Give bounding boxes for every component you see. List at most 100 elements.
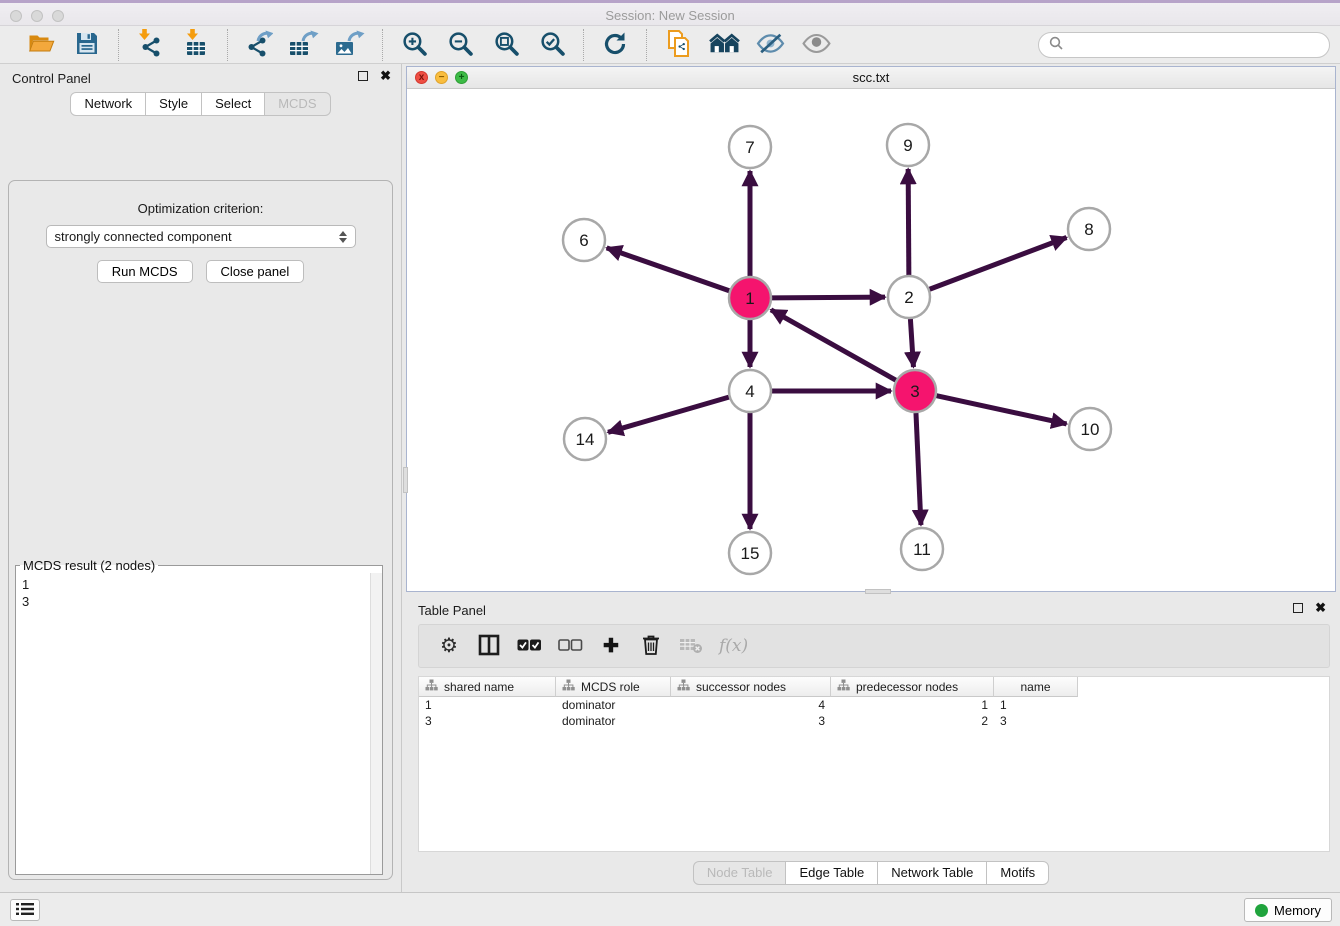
table-cell[interactable]: 1 (994, 697, 1078, 713)
optimization-criterion-select[interactable]: strongly connected component (46, 225, 356, 248)
table-cell[interactable]: 2 (831, 713, 994, 729)
tab-network[interactable]: Network (70, 92, 146, 116)
network-graph[interactable]: 7 9 6 8 1 2 4 3 14 10 15 11 (407, 89, 1335, 591)
run-mcds-button[interactable]: Run MCDS (97, 260, 193, 283)
tab-edge-table[interactable]: Edge Table (785, 861, 878, 885)
save-session-button[interactable] (68, 29, 106, 61)
column-header-predecessor-nodes[interactable]: predecessor nodes (831, 677, 994, 697)
tab-mcds[interactable]: MCDS (264, 92, 330, 116)
tab-motifs[interactable]: Motifs (986, 861, 1049, 885)
split-divider-horizontal[interactable] (865, 589, 891, 594)
graph-edge-3-1[interactable] (771, 310, 896, 380)
columns-button[interactable] (477, 631, 501, 661)
table-cell[interactable]: 3 (994, 713, 1078, 729)
search-box[interactable] (1038, 32, 1330, 58)
graph-edge-1-6[interactable] (607, 248, 730, 291)
home-view-button[interactable] (705, 29, 743, 61)
graph-node-3[interactable]: 3 (894, 370, 936, 412)
graph-node-6[interactable]: 6 (563, 219, 605, 261)
graph-node-9[interactable]: 9 (887, 124, 929, 166)
function-builder-button[interactable]: f(x) (719, 631, 748, 661)
table-row[interactable]: 3dominator323 (419, 713, 1329, 729)
graph-node-1[interactable]: 1 (729, 277, 771, 319)
import-table-button[interactable] (177, 29, 215, 61)
graph-node-10[interactable]: 10 (1069, 408, 1111, 450)
tab-network-table[interactable]: Network Table (877, 861, 987, 885)
close-panel-icon[interactable]: ✖ (380, 71, 391, 81)
tab-node-table[interactable]: Node Table (693, 861, 787, 885)
result-line: 3 (22, 593, 364, 610)
network-canvas[interactable]: 7 9 6 8 1 2 4 3 14 10 15 11 (407, 89, 1335, 591)
float-table-panel-icon[interactable] (1293, 603, 1303, 613)
node-table[interactable]: shared nameMCDS rolesuccessor nodes prede… (418, 676, 1330, 852)
graph-node-8[interactable]: 8 (1068, 208, 1110, 250)
delete-row-button[interactable] (639, 631, 663, 661)
close-panel-button[interactable]: Close panel (206, 260, 305, 283)
export-image-button[interactable] (332, 29, 370, 61)
export-table-button[interactable] (286, 29, 324, 61)
refresh-network-icon (602, 31, 628, 59)
memory-button[interactable]: Memory (1244, 898, 1332, 922)
graph-node-14[interactable]: 14 (564, 418, 606, 460)
column-label: predecessor nodes (856, 680, 958, 694)
graph-edge-2-9[interactable] (908, 169, 909, 275)
maximize-view-icon[interactable]: + (455, 71, 468, 84)
mcds-result-text[interactable]: 13 (16, 573, 370, 874)
split-divider-vertical[interactable] (403, 467, 408, 493)
column-header-name[interactable]: name (994, 677, 1078, 697)
deselect-all-button[interactable] (558, 631, 583, 661)
import-network-icon (138, 29, 163, 60)
memory-label: Memory (1274, 903, 1321, 918)
task-history-button[interactable] (10, 899, 40, 921)
graph-node-7[interactable]: 7 (729, 126, 771, 168)
close-table-panel-icon[interactable]: ✖ (1315, 603, 1326, 613)
result-scrollbar[interactable] (370, 573, 382, 874)
table-cell[interactable]: 4 (671, 697, 831, 713)
graph-node-15[interactable]: 15 (729, 532, 771, 574)
gear-button[interactable]: ⚙ (437, 631, 461, 661)
graph-edge-3-10[interactable] (936, 396, 1066, 424)
home-view-icon (709, 31, 740, 59)
select-all-button[interactable] (517, 631, 542, 661)
table-cell[interactable]: 1 (419, 697, 556, 713)
table-row[interactable]: 1dominator411 (419, 697, 1329, 713)
graph-node-11[interactable]: 11 (901, 528, 943, 570)
zoom-fit-button[interactable] (487, 29, 525, 61)
import-network-button[interactable] (131, 29, 169, 61)
table-cell[interactable]: 3 (419, 713, 556, 729)
column-header-shared-name[interactable]: shared name (419, 677, 556, 697)
refresh-network-button[interactable] (596, 29, 634, 61)
columns-icon (478, 634, 500, 659)
column-header-MCDS-role[interactable]: MCDS role (556, 677, 671, 697)
minimize-view-icon[interactable]: − (435, 71, 448, 84)
table-cell[interactable]: dominator (556, 697, 671, 713)
graph-node-4[interactable]: 4 (729, 370, 771, 412)
tab-style[interactable]: Style (145, 92, 202, 116)
graph-edge-3-11[interactable] (916, 413, 921, 525)
graph-node-2[interactable]: 2 (888, 276, 930, 318)
show-eye-button[interactable] (797, 29, 835, 61)
close-view-icon[interactable]: x (415, 71, 428, 84)
zoom-selected-button[interactable] (533, 29, 571, 61)
table-cell[interactable]: 1 (831, 697, 994, 713)
tab-select[interactable]: Select (201, 92, 265, 116)
float-panel-icon[interactable] (358, 71, 368, 81)
graph-edge-2-3[interactable] (910, 319, 913, 367)
column-header-successor-nodes[interactable]: successor nodes (671, 677, 831, 697)
clone-network-button[interactable] (659, 29, 697, 61)
hide-eye-button[interactable] (751, 29, 789, 61)
delete-table-button[interactable] (679, 631, 703, 661)
add-row-button[interactable]: ✚ (599, 631, 623, 661)
search-input[interactable] (1069, 37, 1319, 52)
graph-edge-1-2[interactable] (772, 297, 885, 298)
open-session-icon (28, 31, 55, 58)
graph-edge-2-8[interactable] (930, 237, 1067, 289)
table-cell[interactable]: 3 (671, 713, 831, 729)
open-session-button[interactable] (22, 29, 60, 61)
network-window-titlebar[interactable]: x − + scc.txt (407, 67, 1335, 89)
zoom-in-button[interactable] (395, 29, 433, 61)
graph-edge-4-14[interactable] (608, 397, 729, 432)
zoom-out-button[interactable] (441, 29, 479, 61)
export-network-button[interactable] (240, 29, 278, 61)
table-cell[interactable]: dominator (556, 713, 671, 729)
